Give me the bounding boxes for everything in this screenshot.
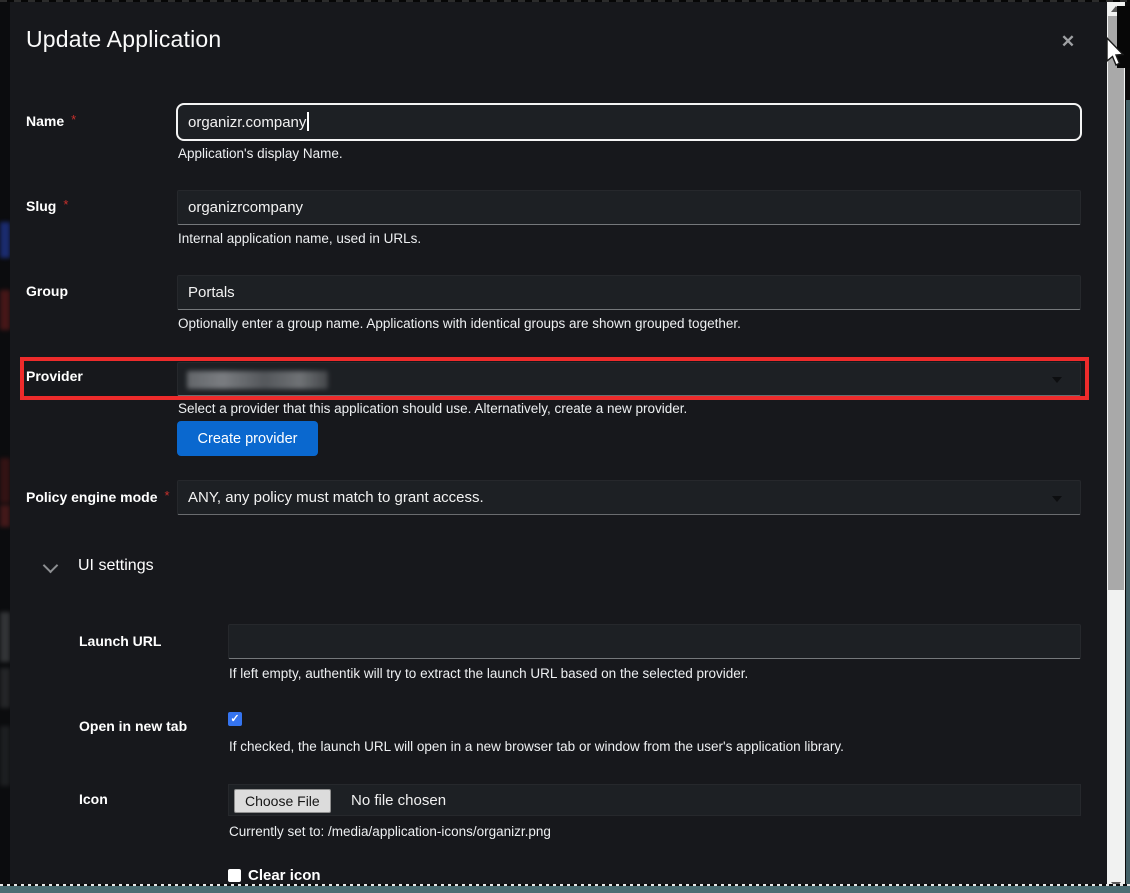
vertical-scrollbar[interactable] [1107, 0, 1125, 893]
close-icon[interactable]: ✕ [1056, 30, 1080, 54]
backdrop-blob [0, 505, 10, 527]
group-help-text: Optionally enter a group name. Applicati… [178, 316, 741, 331]
open-in-new-tab-help-text: If checked, the launch URL will open in … [229, 739, 844, 754]
choose-file-button[interactable]: Choose File [234, 789, 331, 813]
slug-help-text: Internal application name, used in URLs. [178, 231, 421, 246]
backdrop-blob [0, 222, 10, 258]
redacted-provider-value [187, 371, 328, 389]
group-field-label: Group [26, 283, 68, 301]
open-in-new-tab-label: Open in new tab [79, 718, 187, 736]
slug-input[interactable] [177, 190, 1081, 225]
clear-icon-label: Clear icon [248, 867, 321, 884]
group-input[interactable] [177, 275, 1081, 310]
bottom-edge-teal-strip [0, 886, 1130, 893]
backdrop-blob [0, 726, 10, 786]
icon-file-input[interactable]: Choose File No file chosen [228, 784, 1081, 816]
backdrop-blob [0, 612, 10, 662]
create-provider-button[interactable]: Create provider [177, 421, 318, 456]
policy-engine-mode-label: Policy engine mode* [26, 489, 170, 507]
launch-url-help-text: If left empty, authentik will try to ext… [229, 666, 748, 681]
required-asterisk: * [63, 197, 68, 212]
policy-engine-mode-value: ANY, any policy must match to grant acce… [188, 489, 484, 506]
backdrop-blob [0, 290, 10, 330]
provider-select[interactable] [177, 362, 1081, 396]
policy-engine-mode-select[interactable]: ANY, any policy must match to grant acce… [177, 480, 1081, 515]
scrollbar-thumb[interactable] [1108, 16, 1124, 590]
ui-settings-section-label[interactable]: UI settings [78, 557, 154, 575]
required-asterisk: * [164, 488, 169, 503]
name-input[interactable] [176, 103, 1082, 141]
ui-settings-section-toggle[interactable] [45, 560, 56, 571]
chevron-down-icon [1052, 377, 1062, 383]
capture-marquee-top [0, 0, 1130, 2]
required-asterisk: * [71, 112, 76, 127]
right-edge-notch [1117, 6, 1130, 68]
launch-url-input[interactable] [228, 624, 1081, 659]
name-help-text: Application's display Name. [178, 146, 343, 161]
backdrop-page-strip [0, 0, 10, 893]
text-caret [307, 112, 309, 131]
page-title: Update Application [26, 26, 221, 53]
provider-help-text: Select a provider that this application … [178, 401, 687, 416]
name-field-label: Name* [26, 113, 76, 131]
provider-field-label: Provider [26, 368, 83, 386]
launch-url-label: Launch URL [79, 633, 161, 651]
chevron-down-icon [43, 558, 59, 574]
backdrop-blob [0, 668, 10, 708]
slug-field-label: Slug* [26, 198, 68, 216]
file-chosen-status: No file chosen [351, 785, 446, 817]
clear-icon-checkbox[interactable] [228, 869, 241, 882]
open-in-new-tab-checkbox[interactable]: ✓ [228, 712, 242, 726]
check-icon: ✓ [230, 712, 239, 726]
icon-field-label: Icon [79, 791, 108, 809]
right-edge-teal-strip [1126, 100, 1130, 893]
backdrop-blob [0, 458, 10, 503]
icon-help-text: Currently set to: /media/application-ico… [229, 824, 551, 839]
chevron-down-icon [1052, 496, 1062, 502]
